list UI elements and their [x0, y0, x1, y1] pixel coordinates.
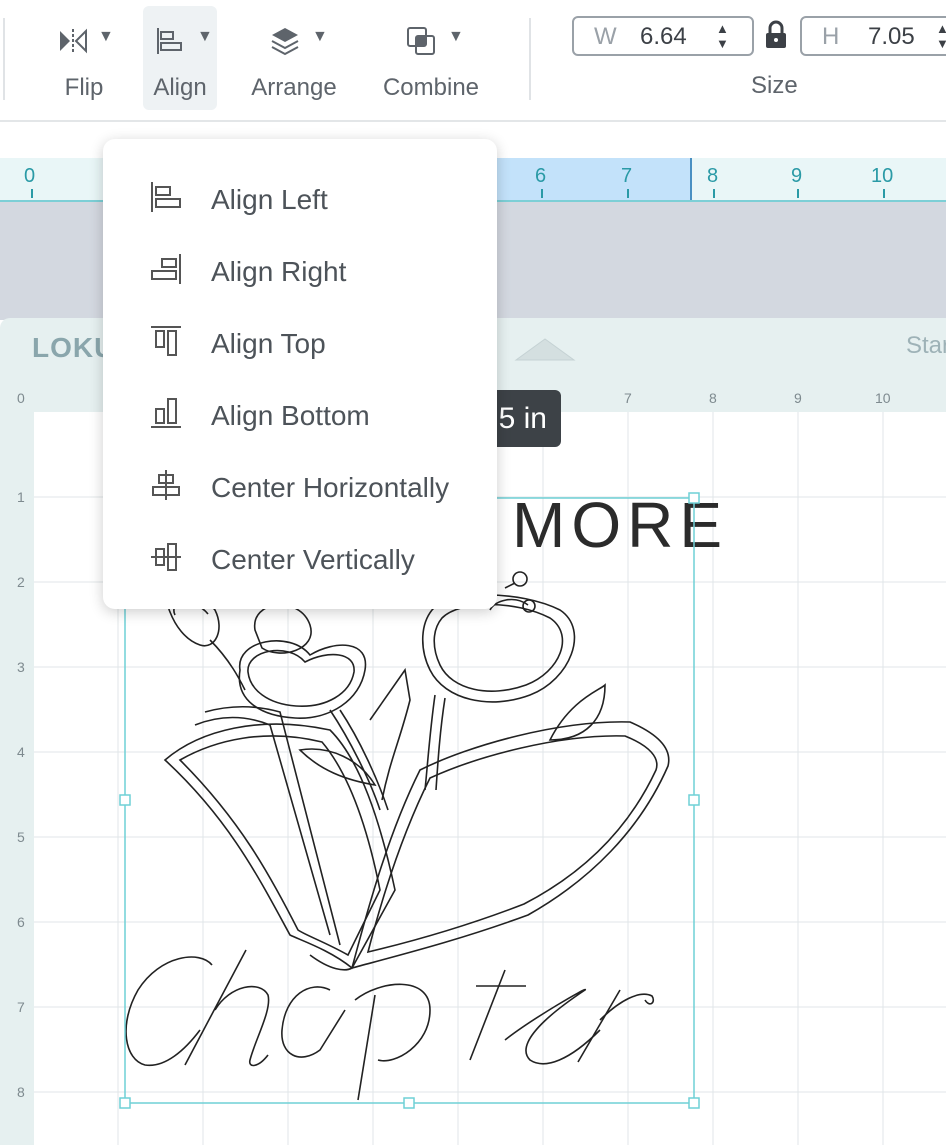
center-horizontally-icon — [152, 470, 180, 500]
align-top-icon — [151, 326, 181, 356]
align-bottom-icon — [151, 398, 181, 428]
align-dropdown-menu: Align Left Align Right Align Top Align B… — [103, 139, 497, 609]
menu-item-align-left[interactable]: Align Left — [103, 162, 497, 234]
menu-item-label: Center Vertically — [211, 544, 415, 575]
align-left-icon — [151, 182, 181, 212]
menu-item-label: Align Left — [211, 184, 328, 215]
menu-item-label: Align Right — [211, 256, 347, 287]
menu-item-label: Center Horizontally — [211, 472, 450, 503]
menu-item-align-top[interactable]: Align Top — [103, 306, 497, 378]
menu-item-align-bottom[interactable]: Align Bottom — [103, 378, 497, 450]
align-right-icon — [151, 254, 181, 284]
menu-item-label: Align Bottom — [211, 400, 370, 431]
menu-item-center-vertically[interactable]: Center Vertically — [103, 522, 497, 594]
menu-item-center-horizontally[interactable]: Center Horizontally — [103, 450, 497, 522]
center-vertically-icon — [151, 543, 181, 571]
menu-item-label: Align Top — [211, 328, 326, 359]
menu-item-align-right[interactable]: Align Right — [103, 234, 497, 306]
